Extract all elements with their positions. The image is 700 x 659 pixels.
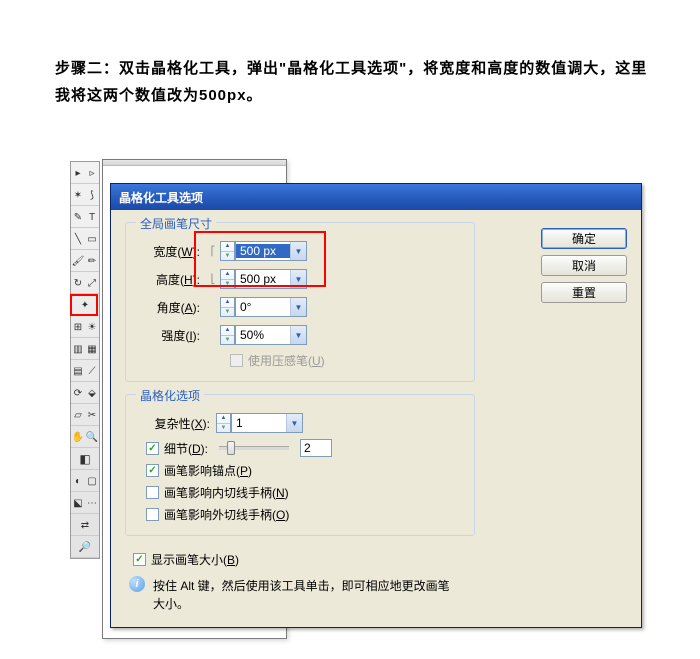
search-tool-icon[interactable]: 🔎	[71, 536, 99, 558]
height-label: 高度(H):	[138, 271, 206, 288]
complexity-label: 复杂性(X):	[138, 415, 216, 432]
document-titlebar	[103, 160, 286, 166]
brush-tool-icon[interactable]: 🖌	[71, 250, 85, 272]
rect-tool-icon[interactable]: ▭	[85, 228, 99, 250]
width-stepper[interactable]: ▲▼	[220, 241, 235, 261]
crystallize-tool-icon[interactable]: ✦	[71, 294, 99, 316]
lock-aspect-icon-b[interactable]: ⎣	[206, 274, 220, 285]
toolbar: ▸▹ ✶⟆ ✎T ╲▭ 🖌✏ ↻⤢ ✦ ⊞☀ ▥▦ ▤⟋ ⟳⬙ ▱✂ ✋🔍 ◧ …	[70, 161, 100, 559]
eyedrop-tool-icon[interactable]: ⟋	[85, 360, 99, 382]
pen-tool-icon[interactable]: ✎	[71, 206, 85, 228]
width-value: 500 px	[236, 244, 290, 258]
fill-swatch-icon[interactable]: ◧	[71, 448, 99, 470]
hand-tool-icon[interactable]: ✋	[71, 426, 85, 448]
crystallize-fieldset: 晶格化选项 复杂性(X): ▲▼ 1 ▼ ✓ 细节(D): 2	[125, 394, 475, 536]
dialog-body: 确定 取消 重置 全局画笔尺寸 宽度(W): ⎡ ▲▼ 500 px ▼	[111, 210, 641, 627]
pencil-tool-icon[interactable]: ✏	[85, 250, 99, 272]
freetrans-tool-icon[interactable]: ⊞	[71, 316, 85, 338]
outtangent-label: 画笔影响外切线手柄(O)	[164, 506, 289, 523]
intensity-value: 50%	[236, 328, 290, 342]
pressure-checkbox	[230, 354, 243, 367]
info-row: i 按住 Alt 键，然后使用该工具单击，即可相应地更改画笔大小。	[125, 576, 627, 613]
detail-slider-thumb[interactable]	[227, 441, 235, 455]
dialog-buttons: 确定 取消 重置	[541, 228, 627, 303]
type-tool-icon[interactable]: T	[85, 206, 99, 228]
complexity-value: 1	[232, 416, 286, 430]
cancel-button[interactable]: 取消	[541, 255, 627, 276]
intensity-dropdown-icon[interactable]: ▼	[290, 326, 306, 344]
scissor-tool-icon[interactable]: ✂	[85, 404, 99, 426]
scale-tool-icon[interactable]: ⤢	[85, 272, 99, 294]
detail-label: 细节(D):	[164, 440, 208, 457]
angle-input[interactable]: 0° ▼	[235, 297, 307, 317]
zoom-tool-icon[interactable]: 🔍	[85, 426, 99, 448]
slice-tool-icon[interactable]: ▱	[71, 404, 85, 426]
swap-color-icon[interactable]: ⇄	[71, 514, 99, 536]
intangent-checkbox[interactable]	[146, 486, 159, 499]
rotate-tool-icon[interactable]: ↻	[71, 272, 85, 294]
selection-tool-icon[interactable]: ▸	[71, 162, 85, 184]
color-mode-icon[interactable]: ◐	[71, 470, 85, 492]
angle-stepper[interactable]: ▲▼	[220, 297, 235, 317]
crystallize-legend: 晶格化选项	[136, 387, 204, 404]
detail-value[interactable]: 2	[300, 439, 332, 457]
complexity-dropdown-icon[interactable]: ▼	[286, 414, 302, 432]
graph-tool-icon[interactable]: ▥	[71, 338, 85, 360]
intensity-stepper[interactable]: ▲▼	[220, 325, 235, 345]
outtangent-checkbox[interactable]	[146, 508, 159, 521]
angle-label: 角度(A):	[138, 299, 206, 316]
instruction-text: 步骤二：双击晶格化工具，弹出"晶格化工具选项"，将宽度和高度的数值调大，这里我将…	[0, 0, 700, 109]
crystallize-options-dialog: 晶格化工具选项 确定 取消 重置 全局画笔尺寸 宽度(W): ⎡ ▲▼ 500 …	[110, 183, 642, 628]
width-label: 宽度(W):	[138, 243, 206, 260]
more-icon[interactable]: ⋯	[85, 492, 99, 514]
width-input[interactable]: 500 px ▼	[235, 241, 307, 261]
lasso-tool-icon[interactable]: ⟆	[85, 184, 99, 206]
ok-button[interactable]: 确定	[541, 228, 627, 249]
intensity-input[interactable]: 50% ▼	[235, 325, 307, 345]
global-brush-fieldset: 全局画笔尺寸 宽度(W): ⎡ ▲▼ 500 px ▼ 高度(H): ⎣ ▲▼	[125, 222, 475, 382]
complexity-input[interactable]: 1 ▼	[231, 413, 303, 433]
anchor-label: 画笔影响锚点(P)	[164, 462, 252, 479]
show-brush-label: 显示画笔大小(B)	[151, 551, 239, 568]
anchor-checkbox[interactable]: ✓	[146, 464, 159, 477]
width-dropdown-icon[interactable]: ▼	[290, 242, 306, 260]
line-tool-icon[interactable]: ╲	[71, 228, 85, 250]
screen-mode-icon[interactable]: ▢	[85, 470, 99, 492]
lock-aspect-icon[interactable]: ⎡	[206, 246, 220, 257]
gradient-tool-icon[interactable]: ▤	[71, 360, 85, 382]
reset-button[interactable]: 重置	[541, 282, 627, 303]
wand-tool-icon[interactable]: ✶	[71, 184, 85, 206]
mesh-tool-icon[interactable]: ▦	[85, 338, 99, 360]
dialog-titlebar[interactable]: 晶格化工具选项	[111, 184, 641, 210]
draw-mode-icon[interactable]: ⬕	[71, 492, 85, 514]
bucket-tool-icon[interactable]: ⬙	[85, 382, 99, 404]
complexity-stepper[interactable]: ▲▼	[216, 413, 231, 433]
angle-dropdown-icon[interactable]: ▼	[290, 298, 306, 316]
intangent-label: 画笔影响内切线手柄(N)	[164, 484, 289, 501]
symbol-tool-icon[interactable]: ☀	[85, 316, 99, 338]
angle-value: 0°	[236, 300, 290, 314]
detail-slider[interactable]	[219, 446, 289, 450]
info-icon: i	[129, 576, 145, 592]
height-dropdown-icon[interactable]: ▼	[290, 270, 306, 288]
height-value: 500 px	[236, 272, 290, 286]
pressure-label: 使用压感笔(U)	[248, 352, 325, 369]
workspace: ▸▹ ✶⟆ ✎T ╲▭ 🖌✏ ↻⤢ ✦ ⊞☀ ▥▦ ▤⟋ ⟳⬙ ▱✂ ✋🔍 ◧ …	[70, 159, 700, 659]
detail-checkbox[interactable]: ✓	[146, 442, 159, 455]
info-text: 按住 Alt 键，然后使用该工具单击，即可相应地更改画笔大小。	[153, 576, 453, 613]
direct-select-icon[interactable]: ▹	[85, 162, 99, 184]
height-input[interactable]: 500 px ▼	[235, 269, 307, 289]
intensity-label: 强度(I):	[138, 327, 206, 344]
height-stepper[interactable]: ▲▼	[220, 269, 235, 289]
blend-tool-icon[interactable]: ⟳	[71, 382, 85, 404]
show-brush-checkbox[interactable]: ✓	[133, 553, 146, 566]
global-brush-legend: 全局画笔尺寸	[136, 215, 216, 232]
dialog-title: 晶格化工具选项	[119, 189, 203, 206]
